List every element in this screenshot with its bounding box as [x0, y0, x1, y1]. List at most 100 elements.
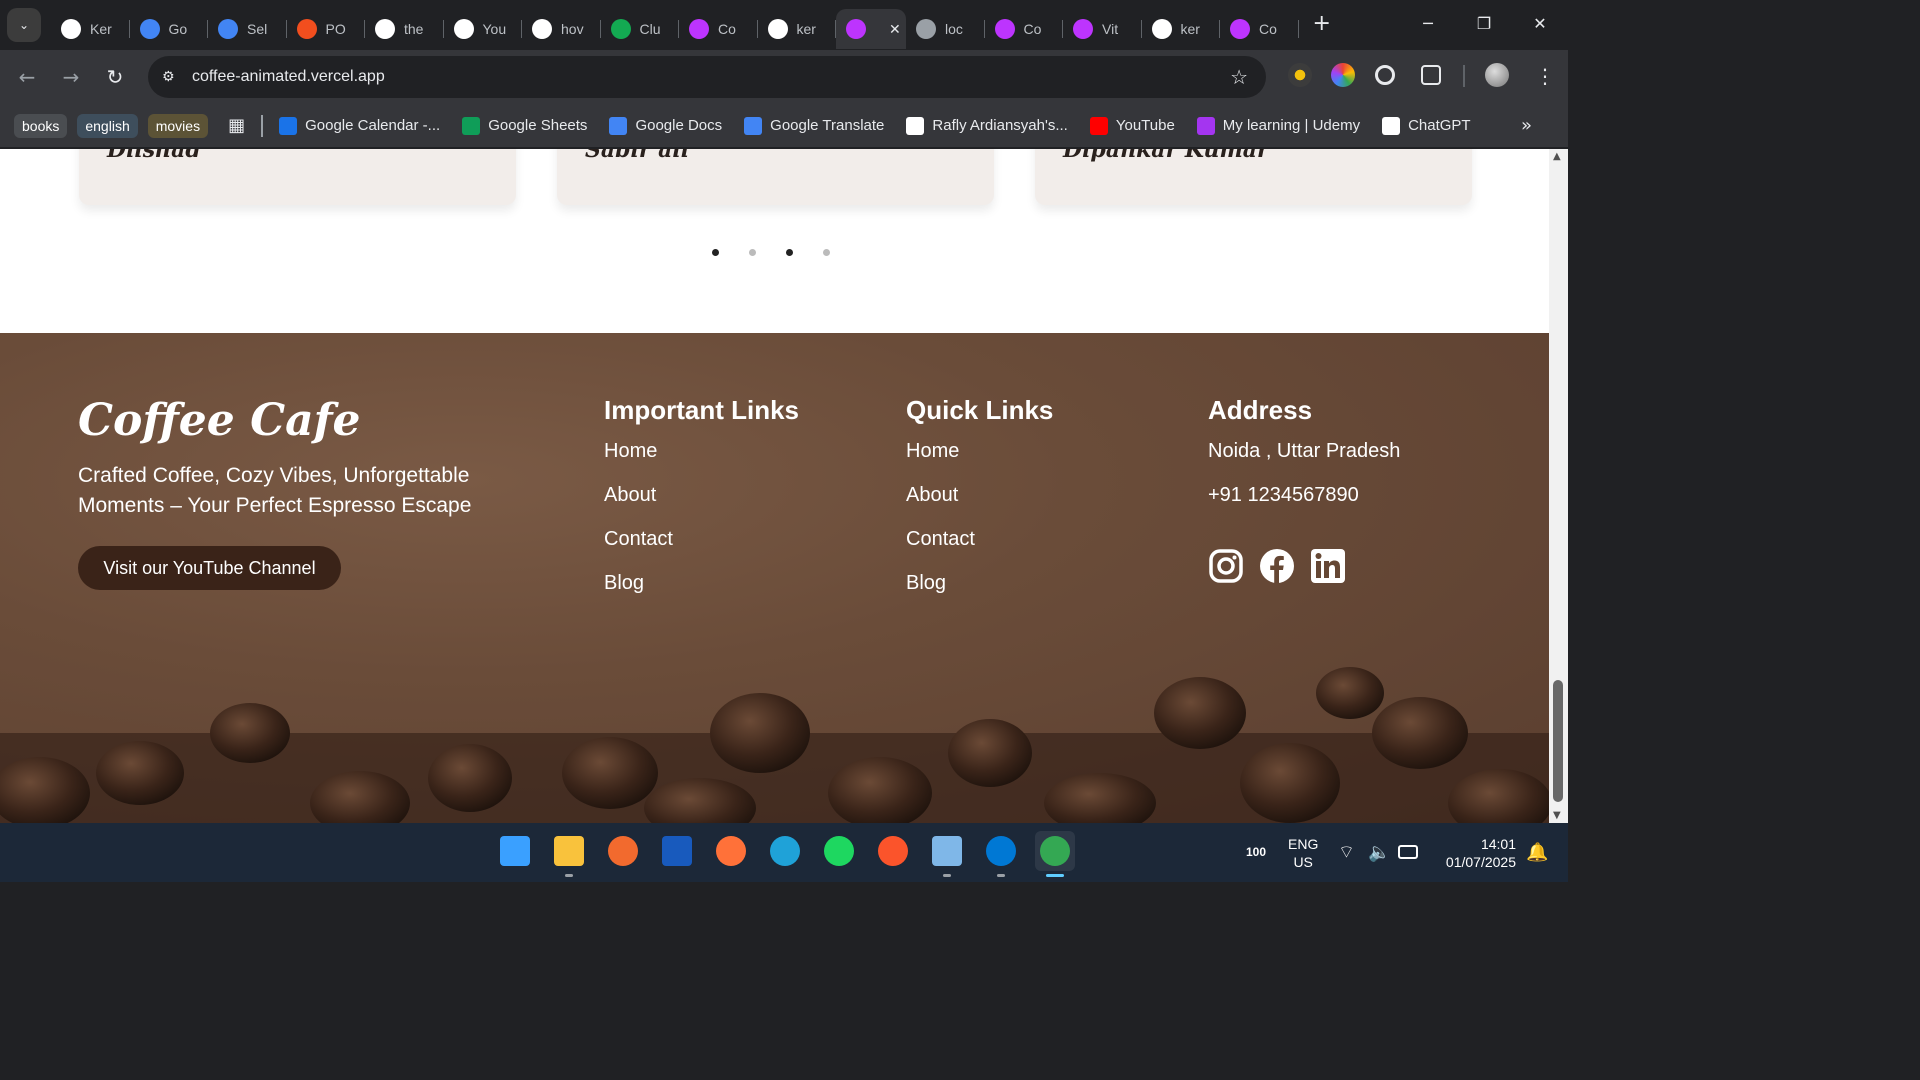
extension-brain-icon[interactable] [1331, 63, 1355, 87]
browser-tab[interactable]: Co [1220, 9, 1299, 49]
tab-title: Sel [247, 21, 268, 37]
arrow-right-icon: → [62, 65, 80, 89]
footer-link-contact[interactable]: Contact [604, 528, 799, 572]
close-window-button[interactable]: ✕ [1512, 0, 1568, 48]
page-scrollbar[interactable]: ▲ ▼ [1549, 149, 1568, 823]
instagram-icon[interactable] [1208, 548, 1244, 584]
taskbar-app[interactable] [711, 831, 751, 871]
carousel-dot[interactable] [823, 249, 830, 256]
browser-tab[interactable]: hov [522, 9, 601, 49]
taskbar-app[interactable] [1035, 831, 1075, 877]
window-controls: ─ ❐ ✕ [1400, 0, 1568, 48]
chevron-down-icon: ⌄ [18, 18, 30, 32]
profile-avatar[interactable] [1485, 63, 1509, 87]
bookmark-item[interactable]: YouTube [1089, 116, 1175, 135]
bookmark-star-icon[interactable]: ☆ [1230, 65, 1248, 89]
carousel-dot[interactable] [786, 249, 793, 256]
bookmark-item[interactable]: Rafly Ardiansyah's... [906, 116, 1068, 135]
region-code: US [1293, 854, 1313, 870]
windows-taskbar: 100 ENG US ⌔ 🔈 14:01 01/07/2025 🔔 [0, 823, 1568, 882]
wifi-icon[interactable]: ⌔ [1338, 823, 1355, 882]
bookmark-folder[interactable]: english [77, 113, 138, 138]
tab-search-button[interactable]: ⌄ [7, 8, 41, 42]
browser-tab[interactable]: Sel [208, 9, 287, 49]
bookmark-item[interactable]: Google Sheets [462, 116, 587, 135]
bookmark-item[interactable]: ChatGPT [1382, 116, 1471, 135]
scrollbar-thumb[interactable] [1553, 680, 1563, 802]
taskbar-app[interactable] [927, 831, 967, 877]
site-settings-icon[interactable]: ⚙ [162, 69, 182, 85]
taskbar-app[interactable] [765, 831, 805, 871]
address-bar[interactable]: ⚙ coffee-animated.vercel.app ☆ [148, 56, 1266, 98]
bookmark-item[interactable]: Google Translate [744, 116, 884, 135]
quick-link-contact[interactable]: Contact [906, 528, 1053, 572]
browser-tab[interactable]: loc [906, 9, 985, 49]
browser-tab[interactable]: Co [985, 9, 1064, 49]
more-bookmarks-icon[interactable]: » [1521, 115, 1532, 136]
youtube-channel-button[interactable]: Visit our YouTube Channel [78, 546, 341, 590]
apps-grid-icon[interactable]: ▦ [228, 115, 245, 136]
bookmark-folders: books english movies [14, 113, 218, 138]
extensions-puzzle-icon[interactable] [1421, 65, 1441, 85]
browser-tab[interactable]: Clu [601, 9, 680, 49]
browser-tab[interactable]: ker [758, 9, 837, 49]
bookmark-folder[interactable]: movies [147, 113, 209, 138]
tab-title: ker [1180, 21, 1200, 37]
footer-link-home[interactable]: Home [604, 440, 799, 484]
language-indicator[interactable]: ENG US [1288, 835, 1318, 871]
taskbar-app[interactable] [981, 831, 1021, 877]
browser-tab[interactable]: ✕ [836, 9, 906, 49]
browser-tab[interactable]: the [365, 9, 444, 49]
running-indicator [943, 874, 951, 877]
vite-icon [1073, 19, 1093, 39]
browser-tab[interactable]: Co [679, 9, 758, 49]
scroll-up-arrow-icon[interactable]: ▲ [1553, 151, 1561, 162]
browser-tab[interactable]: Vit [1063, 9, 1142, 49]
battery-icon[interactable] [1398, 845, 1418, 859]
back-button[interactable]: ← [5, 65, 49, 89]
bookmark-item[interactable]: Google Docs [609, 116, 722, 135]
new-tab-button[interactable]: + [1313, 11, 1331, 36]
taskbar-app[interactable] [603, 831, 643, 871]
restore-button[interactable]: ❐ [1456, 0, 1512, 48]
taskbar-app[interactable] [819, 831, 859, 871]
taskbar-app[interactable] [495, 831, 535, 871]
bookmark-folder[interactable]: books [14, 113, 68, 138]
carousel-dot[interactable] [712, 249, 719, 256]
notifications-icon[interactable]: 🔔 [1526, 823, 1548, 882]
arrow-left-icon: ← [18, 65, 36, 89]
reload-button[interactable]: ↻ [93, 65, 137, 89]
quick-link-blog[interactable]: Blog [906, 572, 1053, 616]
carousel-dot[interactable] [749, 249, 756, 256]
volume-icon[interactable]: 🔈 [1368, 823, 1390, 882]
browser-tab[interactable]: ker [1142, 9, 1221, 49]
close-tab-icon[interactable]: ✕ [889, 21, 901, 38]
url-text[interactable]: coffee-animated.vercel.app [192, 68, 385, 86]
quick-link-home[interactable]: Home [906, 440, 1053, 484]
bookmark-item[interactable]: My learning | Udemy [1196, 116, 1360, 135]
bookmarks-divider [261, 114, 264, 137]
quick-link-about[interactable]: About [906, 484, 1053, 528]
browser-tab[interactable]: PO [287, 9, 366, 49]
google-calendar-icon [139, 19, 160, 39]
forward-button[interactable]: → [49, 65, 93, 89]
browser-tab[interactable]: Go [130, 9, 209, 49]
vscode-icon [986, 836, 1016, 866]
more-menu-icon[interactable]: ⋮ [1535, 64, 1555, 88]
minimize-button[interactable]: ─ [1400, 0, 1456, 48]
taskbar-app[interactable] [657, 831, 697, 871]
browser-tab[interactable]: You [444, 9, 523, 49]
browser-tab[interactable]: Ker [51, 9, 130, 49]
extension-grammarly-icon[interactable] [1375, 65, 1395, 85]
clock[interactable]: 14:01 01/07/2025 [1436, 835, 1516, 871]
linkedin-icon[interactable] [1310, 548, 1346, 584]
facebook-icon[interactable] [1259, 548, 1295, 584]
footer-link-about[interactable]: About [604, 484, 799, 528]
footer-link-blog[interactable]: Blog [604, 572, 799, 616]
taskbar-app[interactable] [873, 831, 913, 871]
chatgpt-icon [1382, 116, 1401, 135]
extension-coin-icon[interactable] [1288, 63, 1312, 87]
scroll-down-arrow-icon[interactable]: ▼ [1553, 810, 1561, 821]
taskbar-app[interactable] [549, 831, 589, 877]
bookmark-item[interactable]: Google Calendar -... [279, 116, 440, 135]
